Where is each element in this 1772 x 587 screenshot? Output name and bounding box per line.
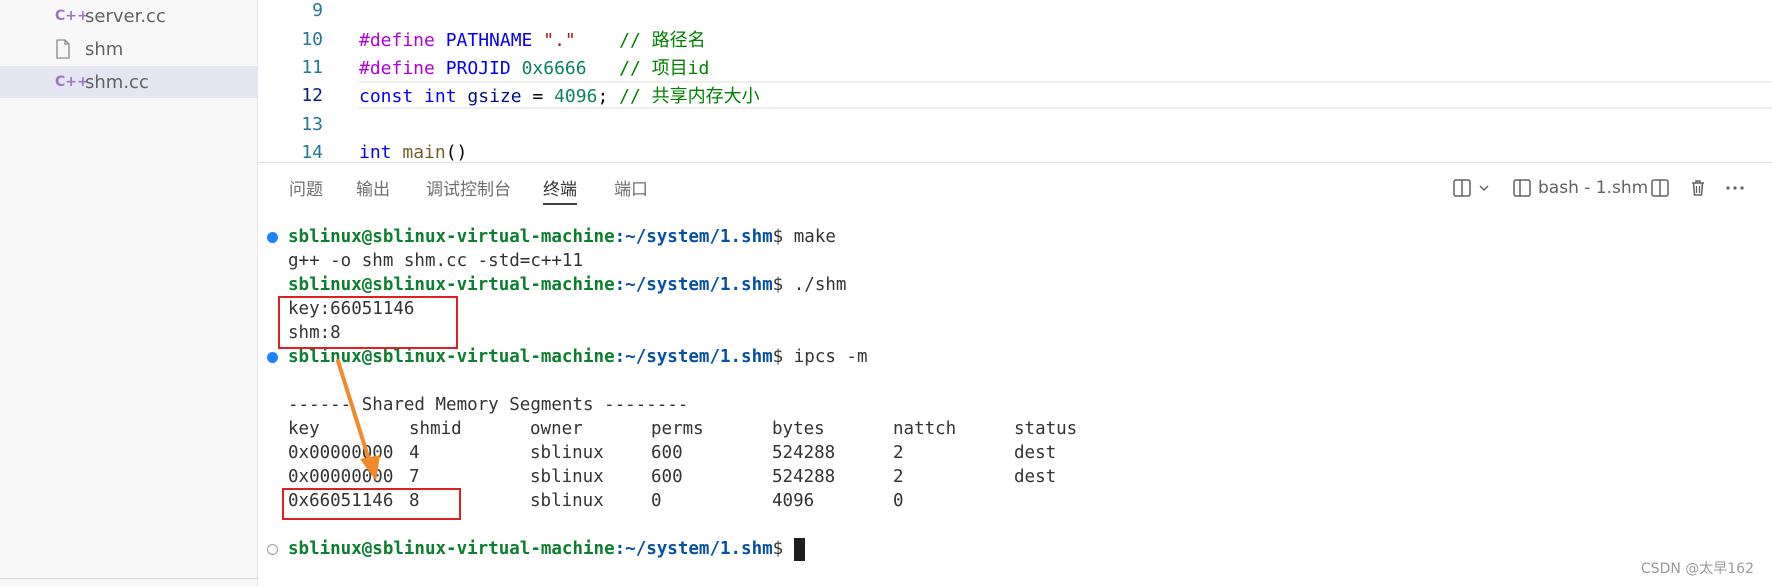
tab-output[interactable]: 输出	[356, 175, 390, 205]
highlight-box-key-shm	[278, 296, 458, 349]
split-icon	[1651, 179, 1669, 197]
code-line: 14 int main()	[259, 138, 1772, 163]
command-success-dot[interactable]	[267, 352, 278, 363]
more-actions-button[interactable]	[1724, 178, 1746, 198]
watermark: CSDN @太早162	[1640, 561, 1754, 577]
highlight-box-segment	[282, 488, 461, 520]
file-label: shm	[85, 38, 124, 60]
ellipsis-icon	[1726, 186, 1744, 190]
line-number: 12	[301, 84, 323, 106]
code-line: 11 #define PROJID 0x6666 // 项目id	[259, 53, 1772, 81]
line-number: 13	[301, 113, 323, 135]
file-label: server.cc	[85, 5, 166, 27]
terminal-view[interactable]: sblinux@sblinux-virtual-machine:~/system…	[259, 220, 1772, 587]
line-number: 9	[312, 0, 323, 21]
command-success-dot[interactable]	[267, 232, 278, 243]
code-line: 9	[259, 0, 1772, 24]
orange-arrow-annotation	[336, 359, 380, 481]
terminal-prompt-line[interactable]: sblinux@sblinux-virtual-machine:~/system…	[288, 537, 805, 561]
terminal-instance-selector[interactable]: bash - 1.shm	[1512, 178, 1648, 198]
terminal-cursor	[793, 537, 805, 561]
tab-ports[interactable]: 端口	[614, 175, 648, 205]
line-number: 14	[301, 141, 323, 163]
split-terminal-button[interactable]	[1650, 178, 1670, 198]
trash-icon	[1692, 180, 1704, 196]
line-number: 11	[301, 56, 323, 78]
terminal-name: bash - 1.shm	[1538, 178, 1649, 198]
code-line-current: 12 const int gsize = 4096; // 共享内存大小	[259, 81, 1772, 109]
command-pending-dot[interactable]	[267, 544, 278, 555]
kill-terminal-button[interactable]	[1688, 178, 1708, 198]
terminal-line: sblinux@sblinux-virtual-machine:~/system…	[288, 227, 836, 247]
tab-problems[interactable]: 问题	[289, 175, 323, 205]
file-icon	[55, 39, 79, 59]
file-item-shm[interactable]: shm	[0, 33, 258, 65]
split-terminal-dropdown[interactable]	[1452, 178, 1491, 198]
terminal-split-icon	[1513, 179, 1531, 197]
code-line: 10 #define PATHNAME "." // 路径名	[259, 25, 1772, 53]
terminal-line: g++ -o shm shm.cc -std=c++11	[288, 251, 584, 271]
cpp-icon: C++	[55, 8, 89, 24]
tab-terminal[interactable]: 终端	[543, 175, 577, 205]
split-icon	[1453, 179, 1471, 197]
sidebar-divider	[0, 578, 258, 579]
chevron-down-icon	[1479, 185, 1489, 191]
line-number: 10	[301, 28, 323, 50]
file-item-shm-cc[interactable]: C++ shm.cc	[0, 66, 258, 98]
code-editor[interactable]: 9 10 #define PATHNAME "." // 路径名 11 #def…	[259, 0, 1772, 162]
tab-debug-console[interactable]: 调试控制台	[426, 175, 511, 205]
file-label: shm.cc	[85, 71, 149, 93]
cpp-icon: C++	[55, 74, 89, 90]
code-line: 13	[259, 110, 1772, 138]
terminal-line: sblinux@sblinux-virtual-machine:~/system…	[288, 275, 847, 295]
explorer-sidebar: C++ server.cc shm C++ shm.cc	[0, 0, 258, 587]
file-item-server-cc[interactable]: C++ server.cc	[0, 0, 258, 32]
